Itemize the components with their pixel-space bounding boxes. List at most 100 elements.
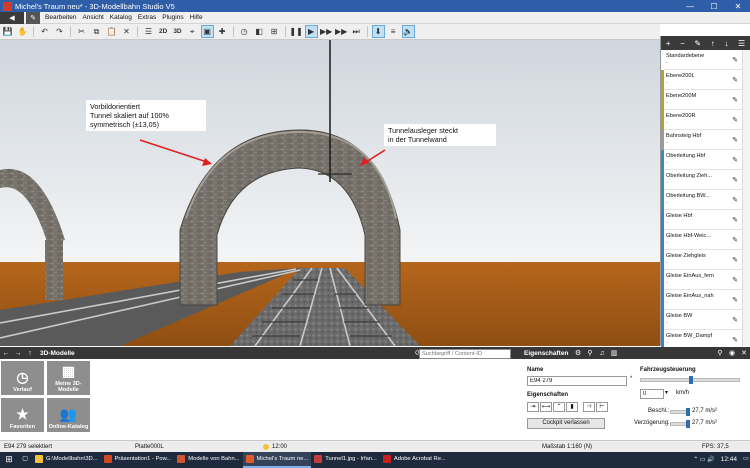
menu-item-extras[interactable]: Extras bbox=[135, 14, 159, 21]
layer-edit-icon[interactable]: ✎ bbox=[730, 316, 740, 324]
layer-item[interactable]: Oberleitung Zieh...-✎◉ bbox=[661, 169, 750, 190]
pantograph-toggle-icon[interactable]: ⌃ bbox=[553, 402, 565, 412]
up-icon[interactable]: ↑ bbox=[24, 350, 36, 357]
play-icon[interactable]: ▶ bbox=[304, 25, 318, 38]
speed-spinner[interactable]: ▾ bbox=[665, 389, 668, 396]
layer-edit-icon[interactable]: ✎ bbox=[730, 56, 740, 64]
music-icon[interactable]: ♫ bbox=[596, 350, 608, 357]
layer-edit-icon[interactable]: ✎ bbox=[730, 176, 740, 184]
tile-favorites[interactable]: ★ Favoriten bbox=[1, 398, 44, 432]
hand-icon[interactable]: ✋ bbox=[16, 25, 29, 38]
view-3d-button[interactable]: 3D bbox=[171, 25, 183, 38]
decel-slider-thumb[interactable] bbox=[686, 420, 690, 428]
layer-item[interactable]: Gleise BW-✎◉ bbox=[661, 309, 750, 330]
menu-item-plugins[interactable]: Plugins bbox=[159, 14, 186, 21]
layer-item[interactable]: Bahnsteig Hbf-✎◉ bbox=[661, 129, 750, 150]
move-up-icon[interactable]: ↑ bbox=[711, 39, 715, 48]
layer-edit-icon[interactable]: ✎ bbox=[730, 136, 740, 144]
paste-icon[interactable]: 📋 bbox=[105, 25, 118, 38]
pin-icon[interactable]: ⚲ bbox=[714, 349, 726, 357]
layer-edit-icon[interactable]: ✎ bbox=[730, 196, 740, 204]
taskbar-app-button[interactable]: Präsentation1 - Pow... bbox=[101, 452, 175, 468]
taskbar-app-button[interactable]: G:\Modellbahn\3D... bbox=[32, 452, 101, 468]
train-view-icon[interactable]: ▣ bbox=[200, 25, 214, 38]
minimize-button[interactable]: — bbox=[678, 2, 702, 11]
track-icon[interactable]: ≡ bbox=[387, 25, 400, 38]
move-down-icon[interactable]: ↓ bbox=[724, 39, 728, 48]
layer-edit-icon[interactable]: ✎ bbox=[730, 276, 740, 284]
copy-icon[interactable]: ⧉ bbox=[90, 25, 103, 38]
name-input[interactable] bbox=[527, 376, 627, 386]
camera-icon[interactable]: ⌖ bbox=[186, 25, 199, 38]
close-panel-icon[interactable]: ✕ bbox=[738, 349, 750, 357]
forward-icon[interactable]: → bbox=[12, 350, 24, 357]
3d-viewport[interactable]: Vorbildorientiert Tunnel skaliert auf 10… bbox=[0, 40, 660, 346]
back-icon[interactable]: ← bbox=[0, 350, 12, 357]
list-icon[interactable]: ☰ bbox=[142, 25, 155, 38]
layer-settings-icon[interactable]: ☰ bbox=[738, 39, 745, 48]
layer-item[interactable]: Ebene200L-✎◉ bbox=[661, 69, 750, 90]
layer-edit-icon[interactable]: ✎ bbox=[730, 156, 740, 164]
menu-item-katalog[interactable]: Katalog bbox=[107, 14, 135, 21]
chart-icon[interactable]: ▥ bbox=[608, 349, 620, 357]
couple-right-icon[interactable]: ⊢ bbox=[596, 402, 608, 412]
fast-forward-icon[interactable]: ▶▶ bbox=[320, 25, 333, 38]
layer-item[interactable]: Standardebene-✎◉ bbox=[661, 49, 750, 70]
sound-icon[interactable]: 🔈 bbox=[401, 25, 415, 38]
cut-icon[interactable]: ✂ bbox=[75, 25, 88, 38]
layer-item[interactable]: Gleise Ziehgleis-✎◉ bbox=[661, 249, 750, 270]
track-toggle-icon[interactable]: ⇥ bbox=[527, 402, 539, 412]
couple-left-icon[interactable]: ⊣ bbox=[583, 402, 595, 412]
file-menu-icon[interactable]: ◀ bbox=[0, 11, 24, 24]
pause-icon[interactable]: ❚❚ bbox=[289, 25, 302, 38]
layer-item[interactable]: Gleise EinAus_fern-✎◉ bbox=[661, 269, 750, 290]
layer-scrollbar[interactable] bbox=[742, 50, 750, 346]
tile-online-catalog[interactable]: 👥 Online-Katalog bbox=[47, 398, 90, 432]
tile-my-models[interactable]: ▦ Meine 3D-Modelle bbox=[47, 361, 90, 395]
taskbar-app-button[interactable]: Modelle von Bahn... bbox=[174, 452, 242, 468]
taskbar-app-button[interactable]: Tunnel1.jpg - Irfan... bbox=[311, 452, 380, 468]
add-layer-icon[interactable]: + bbox=[666, 39, 671, 48]
menu-item-bearbeiten[interactable]: Bearbeiten bbox=[42, 14, 79, 21]
cockpit-leave-button[interactable]: Cockpit verlassen bbox=[527, 418, 605, 429]
visibility-icon[interactable]: ◉ bbox=[726, 349, 738, 357]
close-button[interactable]: ✕ bbox=[726, 2, 750, 11]
download-icon[interactable]: ⬇ bbox=[371, 25, 385, 38]
fastest-icon[interactable]: ⏭ bbox=[350, 25, 363, 38]
remove-layer-icon[interactable]: − bbox=[680, 39, 685, 48]
landscape-icon[interactable]: ◧ bbox=[253, 25, 266, 38]
layer-item[interactable]: Gleise EinAus_nah-✎◉ bbox=[661, 289, 750, 310]
taskview-icon[interactable]: ▢ bbox=[18, 452, 32, 468]
layer-edit-icon[interactable]: ✎ bbox=[730, 296, 740, 304]
view-2d-button[interactable]: 2D bbox=[157, 25, 169, 38]
grid-icon[interactable]: ⊞ bbox=[268, 25, 281, 38]
layer-edit-icon[interactable]: ✎ bbox=[730, 336, 740, 344]
faster-icon[interactable]: ▶▶ bbox=[335, 25, 348, 38]
edit-pen-icon[interactable]: ✎ bbox=[26, 11, 40, 24]
undo-icon[interactable]: ↶ bbox=[38, 25, 51, 38]
layer-edit-icon[interactable]: ✎ bbox=[730, 256, 740, 264]
speed-input[interactable] bbox=[640, 389, 664, 399]
notification-icon[interactable]: ▭ bbox=[740, 452, 750, 468]
save-icon[interactable]: 💾 bbox=[1, 25, 14, 38]
layer-item[interactable]: Ebene200M-✎◉ bbox=[661, 89, 750, 110]
menu-item-hilfe[interactable]: Hilfe bbox=[187, 14, 206, 21]
edit-layer-icon[interactable]: ✎ bbox=[694, 39, 701, 48]
taskbar-app-button[interactable]: Adobe Acrobat Re... bbox=[380, 452, 449, 468]
layer-item[interactable]: Oberleitung Hbf-✎◉ bbox=[661, 149, 750, 170]
layer-edit-icon[interactable]: ✎ bbox=[730, 116, 740, 124]
layer-edit-icon[interactable]: ✎ bbox=[730, 76, 740, 84]
layer-item[interactable]: Gleise Hbf-Weic...-✎◉ bbox=[661, 229, 750, 250]
model-search-input[interactable] bbox=[419, 349, 511, 359]
start-windows-icon[interactable]: ⊞ bbox=[0, 452, 18, 468]
taskbar-app-button[interactable]: Michel's Traum ne... bbox=[242, 452, 312, 468]
menu-item-ansicht[interactable]: Ansicht bbox=[79, 14, 106, 21]
tile-history[interactable]: ◷ Verlauf bbox=[1, 361, 44, 395]
lock-toggle-icon[interactable]: ▮ bbox=[566, 402, 578, 412]
delete-icon[interactable]: ✕ bbox=[120, 25, 133, 38]
layer-item[interactable]: Oberleitung BW...-✎◉ bbox=[661, 189, 750, 210]
speed-slider-thumb[interactable] bbox=[689, 376, 693, 384]
tree-icon[interactable]: ⚲ bbox=[584, 349, 596, 357]
settings-gear-icon[interactable]: ⚙ bbox=[572, 349, 584, 357]
redo-icon[interactable]: ↷ bbox=[53, 25, 66, 38]
